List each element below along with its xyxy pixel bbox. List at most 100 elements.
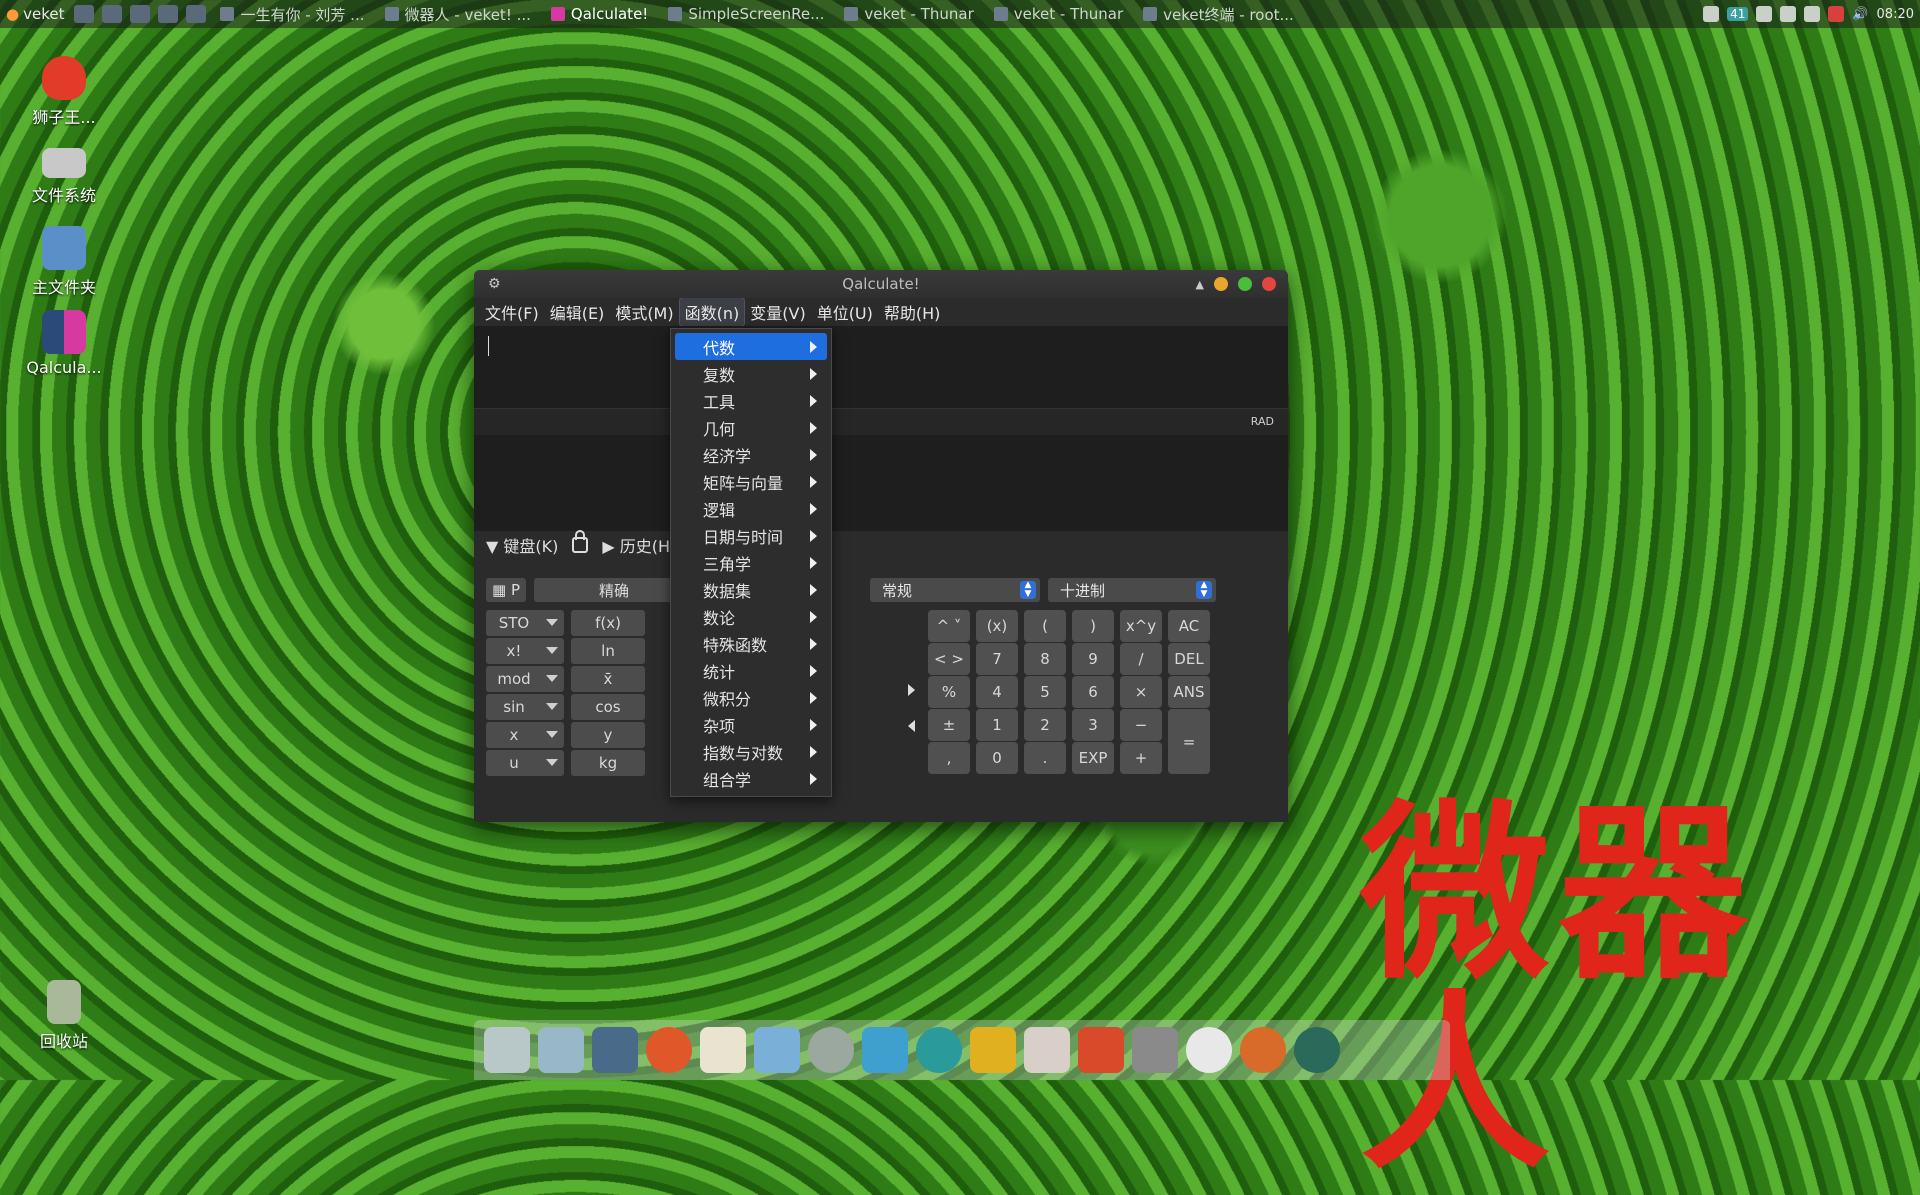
dock-app-icon[interactable] xyxy=(592,1027,638,1073)
tray-badge[interactable]: 41 xyxy=(1727,7,1749,21)
functions-menu-item[interactable]: 特殊函数 xyxy=(675,630,827,657)
keypad-key[interactable]: < > xyxy=(928,643,970,675)
dock-app-icon[interactable] xyxy=(538,1027,584,1073)
taskbar-item[interactable]: 一生有你 - 刘芳 ... xyxy=(210,0,374,28)
menu-help[interactable]: 帮助(H) xyxy=(879,298,946,326)
keypad-key[interactable]: DEL xyxy=(1168,643,1210,675)
function-key[interactable]: x! xyxy=(486,638,564,664)
globe-icon[interactable] xyxy=(1294,1027,1340,1073)
close-button[interactable] xyxy=(1262,277,1276,291)
base-select[interactable]: 十进制 ▲ ▼ xyxy=(1048,578,1216,602)
image-viewer-icon[interactable] xyxy=(754,1027,800,1073)
function-key[interactable]: sin xyxy=(486,694,564,720)
keypad-key[interactable]: 4 xyxy=(976,676,1018,708)
function-key[interactable]: ln xyxy=(571,638,645,664)
functions-menu-item[interactable]: 三角学 xyxy=(675,549,827,576)
history-expander[interactable]: ▶ 历史(H) xyxy=(602,533,676,557)
keypad-key[interactable]: + xyxy=(1120,742,1162,774)
programming-keypad-button[interactable]: ▦ P xyxy=(486,578,526,602)
desktop-icon-home[interactable]: 主文件夹 xyxy=(18,226,110,298)
launcher-icon[interactable] xyxy=(102,5,123,23)
chevron-down-icon[interactable] xyxy=(546,703,558,710)
media-player-icon[interactable] xyxy=(916,1027,962,1073)
taskbar-item[interactable]: SimpleScreenRe... xyxy=(658,0,834,28)
menu-file[interactable]: 文件(F) xyxy=(480,298,544,326)
keypad-key[interactable]: − xyxy=(1120,709,1162,741)
keypad-key[interactable]: 7 xyxy=(976,643,1018,675)
text-editor-icon[interactable] xyxy=(700,1027,746,1073)
keypad-key[interactable]: = xyxy=(1168,709,1210,774)
desktop-icon-browser[interactable]: 狮子王... xyxy=(18,56,110,128)
microphone-icon[interactable] xyxy=(1828,6,1845,22)
chevron-down-icon[interactable] xyxy=(546,675,558,682)
keypad-key[interactable]: % xyxy=(928,676,970,708)
launcher-icon[interactable] xyxy=(158,5,179,23)
format-select[interactable]: 常规 ▲ ▼ xyxy=(870,578,1040,602)
gear-icon[interactable]: ⚙ xyxy=(488,276,501,292)
launcher-icon[interactable] xyxy=(186,5,207,23)
expand-left-icon[interactable] xyxy=(908,720,915,732)
minimize-button[interactable] xyxy=(1214,277,1228,291)
function-key[interactable]: y xyxy=(571,722,645,748)
keypad-key[interactable]: 8 xyxy=(1024,643,1066,675)
clipboard-icon[interactable] xyxy=(1804,6,1821,22)
firefox-icon[interactable] xyxy=(1240,1027,1286,1073)
functions-menu-item[interactable]: 经济学 xyxy=(675,441,827,468)
chevron-down-icon[interactable] xyxy=(546,759,558,766)
taskbar-item[interactable]: veket - Thunar xyxy=(984,0,1133,28)
keypad-key[interactable]: ^ ˅ xyxy=(928,610,970,642)
function-key[interactable]: kg xyxy=(571,750,645,776)
volume-icon[interactable]: 🔊 xyxy=(1852,7,1868,22)
drive-icon[interactable] xyxy=(1132,1027,1178,1073)
keypad-key[interactable]: 3 xyxy=(1072,709,1114,741)
window-titlebar[interactable]: ⚙ Qalculate! ▲ xyxy=(474,270,1288,298)
lock-icon[interactable] xyxy=(572,530,589,553)
taskbar-item[interactable]: 微器人 - veket! ... xyxy=(375,0,541,28)
dock-app-icon[interactable] xyxy=(484,1027,530,1073)
keypad-key[interactable]: ( xyxy=(1024,610,1066,642)
keypad-key[interactable]: × xyxy=(1120,676,1162,708)
function-key[interactable]: mod xyxy=(486,666,564,692)
function-key[interactable]: f(x) xyxy=(571,610,645,636)
notes-icon[interactable] xyxy=(970,1027,1016,1073)
keypad-key[interactable]: 0 xyxy=(976,742,1018,774)
keyboard-expander[interactable]: ▼ 键盘(K) xyxy=(486,533,558,557)
expression-input[interactable] xyxy=(474,326,1288,409)
keypad-key[interactable]: (x) xyxy=(976,610,1018,642)
chevron-down-icon[interactable] xyxy=(546,619,558,626)
display-icon[interactable] xyxy=(1703,6,1720,22)
keypad-key[interactable]: / xyxy=(1120,643,1162,675)
maximize-button[interactable] xyxy=(1238,277,1252,291)
network-icon[interactable] xyxy=(862,1027,908,1073)
keypad-key[interactable]: ANS xyxy=(1168,676,1210,708)
functions-menu-item[interactable]: 统计 xyxy=(675,657,827,684)
function-key[interactable]: cos xyxy=(571,694,645,720)
clock[interactable]: 08:20 xyxy=(1877,7,1914,22)
function-key[interactable]: x xyxy=(486,722,564,748)
wifi-icon[interactable] xyxy=(1756,6,1773,22)
functions-menu-item[interactable]: 指数与对数 xyxy=(675,738,827,765)
keypad-key[interactable]: EXP xyxy=(1072,742,1114,774)
functions-menu-item[interactable]: 代数 xyxy=(675,333,827,360)
functions-menu-item[interactable]: 矩阵与向量 xyxy=(675,468,827,495)
function-key[interactable]: STO xyxy=(486,610,564,636)
launcher-icon[interactable] xyxy=(130,5,151,23)
keypad-key[interactable]: 6 xyxy=(1072,676,1114,708)
battery-icon[interactable] xyxy=(1780,6,1797,22)
function-key[interactable]: u xyxy=(486,750,564,776)
shade-icon[interactable]: ▲ xyxy=(1196,278,1204,291)
menu-functions[interactable]: 函数(n) xyxy=(678,297,746,327)
keypad-key[interactable]: , xyxy=(928,742,970,774)
keypad-key[interactable]: x^y xyxy=(1120,610,1162,642)
function-key[interactable]: x̄ xyxy=(571,666,645,692)
functions-menu-item[interactable]: 日期与时间 xyxy=(675,522,827,549)
keypad-key[interactable]: . xyxy=(1024,742,1066,774)
menu-edit[interactable]: 编辑(E) xyxy=(545,298,610,326)
keypad-key[interactable]: AC xyxy=(1168,610,1210,642)
taskbar-item-active[interactable]: Qalculate! xyxy=(541,0,658,28)
desktop-icon-qalculate[interactable]: Qalcula... xyxy=(18,310,110,377)
menu-mode[interactable]: 模式(M) xyxy=(610,298,678,326)
chevron-down-icon[interactable] xyxy=(546,731,558,738)
desktop-icon-filesystem[interactable]: 文件系统 xyxy=(18,140,110,206)
functions-menu-item[interactable]: 复数 xyxy=(675,360,827,387)
